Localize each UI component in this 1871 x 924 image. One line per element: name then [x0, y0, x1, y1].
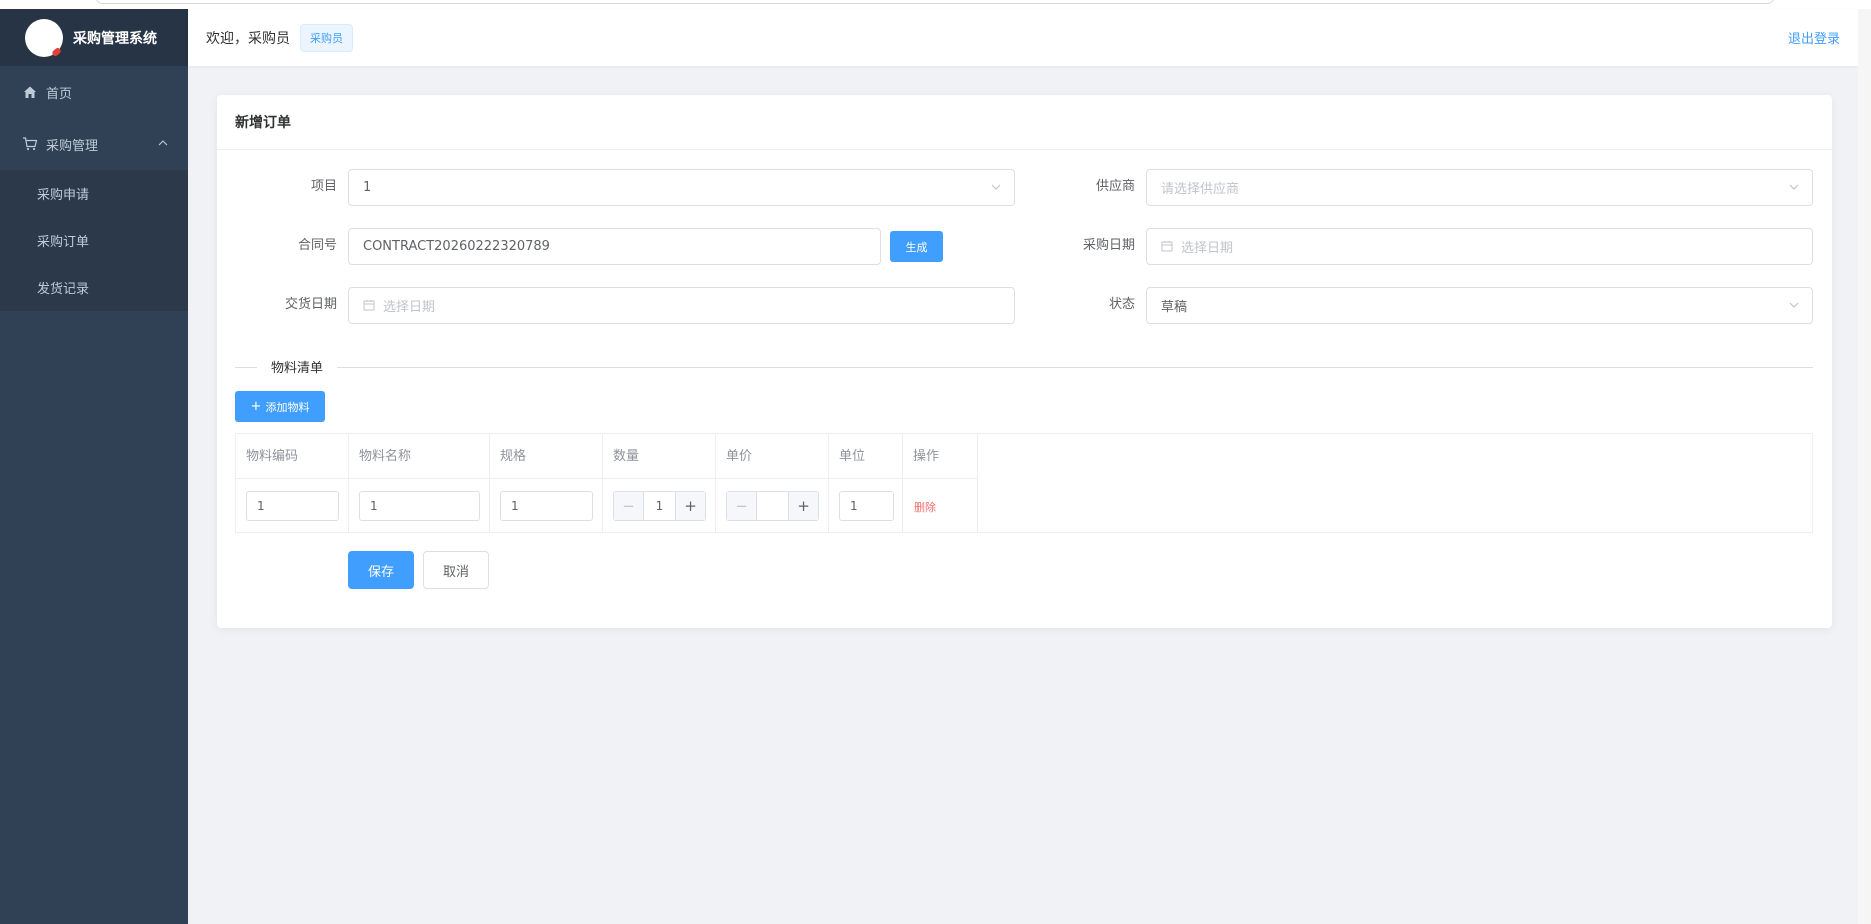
- sidebar-subitem-shipment-records[interactable]: 发货记录: [0, 264, 188, 311]
- chevron-down-icon: [1788, 181, 1800, 197]
- table-cell: − +: [716, 479, 829, 533]
- section-divider: [235, 367, 1813, 368]
- status-value: 草稿: [1161, 300, 1188, 315]
- sidebar-item-purchase-management[interactable]: 采购管理: [0, 118, 188, 170]
- unit-input[interactable]: 1: [839, 491, 894, 521]
- sidebar-subitem-purchase-order[interactable]: 采购订单: [0, 217, 188, 264]
- column-header: 单价: [716, 434, 829, 479]
- price-stepper[interactable]: − +: [726, 491, 819, 521]
- plus-icon[interactable]: +: [788, 492, 818, 520]
- minus-icon[interactable]: −: [727, 492, 757, 520]
- table-cell: 1: [236, 479, 349, 533]
- chevron-up-icon: [158, 136, 168, 151]
- project-value: 1: [363, 180, 372, 195]
- brand: 采购管理系统: [0, 9, 188, 66]
- status-label: 状态: [1108, 297, 1135, 312]
- logout-link[interactable]: 退出登录: [1788, 28, 1840, 47]
- contract-label: 合同号: [297, 238, 337, 253]
- column-header: 物料编码: [236, 434, 349, 479]
- welcome-text: 欢迎，采购员: [206, 30, 290, 47]
- chevron-down-icon: [990, 181, 1002, 197]
- price-value[interactable]: [757, 492, 788, 520]
- calendar-icon: [363, 299, 377, 313]
- sidebar-item-label: 采购管理: [46, 138, 99, 154]
- delivery-date-label: 交货日期: [284, 297, 337, 312]
- header: 欢迎，采购员 采购员 退出登录: [188, 9, 1858, 66]
- add-material-button[interactable]: + 添加物料: [235, 391, 325, 422]
- add-material-label: 添加物料: [265, 400, 310, 414]
- plus-icon[interactable]: +: [675, 492, 705, 520]
- material-code-input[interactable]: 1: [246, 491, 339, 521]
- column-header: 操作: [903, 434, 978, 479]
- contract-input[interactable]: CONTRACT20260222320789: [348, 228, 881, 265]
- supplier-label: 供应商: [1095, 179, 1135, 194]
- table-cell: 1: [490, 479, 603, 533]
- browser-top-strip: [0, 0, 1871, 9]
- delete-link[interactable]: 删除: [914, 499, 936, 515]
- logo-icon: [25, 18, 63, 57]
- delivery-date-picker[interactable]: 选择日期: [348, 287, 1015, 324]
- sidebar: 采购管理系统 首页 采购管理 采购申请 采购订单 发货记录: [0, 9, 188, 924]
- material-name-input[interactable]: 1: [359, 491, 480, 521]
- chevron-down-icon: [1788, 299, 1800, 315]
- address-bar[interactable]: [95, 0, 1775, 4]
- save-button[interactable]: 保存: [348, 551, 414, 589]
- table-cell: 删除: [903, 479, 978, 533]
- project-select[interactable]: 1: [348, 169, 1015, 206]
- generate-button[interactable]: 生成: [890, 231, 943, 262]
- cancel-button[interactable]: 取消: [423, 551, 489, 589]
- sidebar-subitem-purchase-request[interactable]: 采购申请: [0, 170, 188, 217]
- cart-icon: [22, 136, 38, 152]
- column-header: 单位: [829, 434, 903, 479]
- minus-icon[interactable]: −: [614, 492, 644, 520]
- purchase-date-label: 采购日期: [1082, 238, 1135, 253]
- table-cell: 1: [349, 479, 490, 533]
- column-header: 规格: [490, 434, 603, 479]
- card-title: 新增订单: [217, 95, 1832, 150]
- sidebar-item-home[interactable]: 首页: [0, 66, 188, 118]
- supplier-placeholder: 请选择供应商: [1161, 182, 1240, 197]
- contract-value: CONTRACT20260222320789: [363, 239, 550, 254]
- materials-table: 物料编码 物料名称 规格 数量 单价 单位 操作 1 1 1 − 1 + − +…: [235, 433, 1813, 533]
- app-title: 采购管理系统: [73, 30, 157, 47]
- materials-section-title: 物料清单: [257, 357, 338, 376]
- column-header: 数量: [603, 434, 716, 479]
- purchase-date-placeholder: 选择日期: [1181, 241, 1234, 256]
- spec-input[interactable]: 1: [500, 491, 593, 521]
- sidebar-item-label: 首页: [46, 86, 73, 102]
- column-header: 物料名称: [349, 434, 490, 479]
- plus-icon: +: [250, 399, 262, 414]
- quantity-stepper[interactable]: − 1 +: [613, 491, 706, 521]
- home-icon: [22, 84, 38, 100]
- scrollbar[interactable]: [1858, 9, 1871, 924]
- purchase-date-picker[interactable]: 选择日期: [1146, 228, 1813, 265]
- role-badge: 采购员: [300, 23, 353, 52]
- calendar-icon: [1161, 240, 1175, 254]
- delivery-date-placeholder: 选择日期: [383, 300, 436, 315]
- table-cell: 1: [829, 479, 903, 533]
- new-order-card: 新增订单 项目 1 供应商 请选择供应商 合同号 CONTRACT2026022…: [217, 95, 1832, 628]
- quantity-value[interactable]: 1: [644, 492, 675, 520]
- project-label: 项目: [310, 179, 337, 194]
- table-cell: − 1 +: [603, 479, 716, 533]
- supplier-select[interactable]: 请选择供应商: [1146, 169, 1813, 206]
- status-select[interactable]: 草稿: [1146, 287, 1813, 324]
